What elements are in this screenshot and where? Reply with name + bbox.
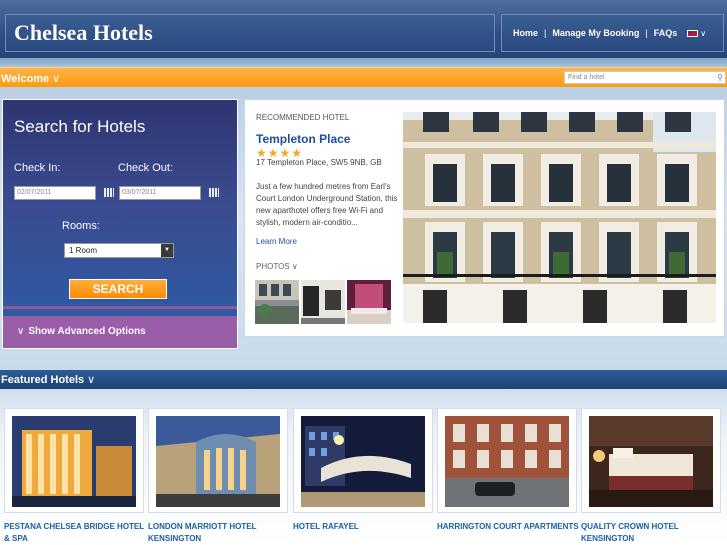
advanced-options-toggle[interactable]: ∨ Show Advanced Options [3,316,237,348]
nav-separator: | [544,28,547,38]
nav-manage-booking-link[interactable]: Manage My Booking [552,28,639,38]
calendar-icon[interactable] [209,188,219,197]
featured-hotel-link[interactable]: HARRINGTON COURT APARTMENTS [437,521,582,533]
checkin-label: Check In: [14,162,61,174]
recommended-hotel-panel: RECOMMENDED HOTEL Templeton Place ★★★★ 1… [244,99,725,337]
recommended-hotel-address: 17 Templeton Place, SW5 9NB, GB [256,158,382,167]
panel-divider [3,306,237,309]
chevron-down-icon: ∨ [87,374,96,386]
recommended-hotel-name[interactable]: Templeton Place [256,132,350,146]
featured-hotel-photo[interactable] [301,416,425,507]
checkout-label: Check Out: [118,162,174,174]
rooms-select[interactable]: 1 Room ▼ [64,243,174,258]
uk-flag-icon[interactable] [687,29,699,37]
chevron-down-icon: ∨ [291,262,298,271]
find-hotel-placeholder: Find a hotel [568,74,605,81]
featured-hotel-link[interactable]: QUALITY CROWN HOTEL KENSINGTON [581,521,726,545]
hotel-photo-thumbnail[interactable] [301,280,345,324]
advanced-options-label: Show Advanced Options [28,326,146,337]
recommended-hotel-description: Just a few hundred metres from Earl's Co… [256,182,398,227]
welcome-label: Welcome [1,73,50,85]
photos-toggle[interactable]: PHOTOS ∨ [256,262,298,271]
welcome-bar: Welcome ∨ Find a hotel ⚲ [0,67,727,87]
featured-hotel-photo[interactable] [156,416,280,507]
recommended-hotel-photo[interactable] [403,112,716,323]
featured-hotel-link[interactable]: HOTEL RAFAYEL [293,521,438,533]
rooms-select-value: 1 Room [69,246,98,255]
find-hotel-input[interactable]: Find a hotel ⚲ [564,71,726,84]
featured-hotels-toggle[interactable]: Featured Hotels ∨ [1,373,95,386]
featured-hotel-link[interactable]: LONDON MARRIOTT HOTEL KENSINGTON [148,521,293,545]
checkout-date-input[interactable]: 03/07/2011 [119,186,201,200]
rooms-label: Rooms: [62,220,100,232]
recommended-heading: RECOMMENDED HOTEL [256,113,350,122]
chevron-down-icon[interactable]: ∨ [700,29,706,38]
featured-hotel-card[interactable] [293,408,433,513]
nav-faqs-link[interactable]: FAQs [654,28,678,38]
top-nav: Home | Manage My Booking | FAQs ∨ [501,14,724,52]
nav-separator: | [645,28,648,38]
featured-hotels-label: Featured Hotels [1,374,85,386]
featured-hotel-photo[interactable] [12,416,136,507]
hotel-search-panel: Search for Hotels Check In: Check Out: 0… [2,99,238,349]
logo-box: Chelsea Hotels [5,14,495,52]
checkin-date-input[interactable]: 02/07/2011 [14,186,96,200]
learn-more-link[interactable]: Learn More [256,237,297,246]
header-stripe [0,58,727,67]
photos-label: PHOTOS [256,262,290,271]
chevron-down-icon: ∨ [52,73,61,85]
featured-hotel-card[interactable] [581,408,721,513]
search-title: Search for Hotels [14,117,146,136]
featured-hotel-link[interactable]: PESTANA CHELSEA BRIDGE HOTEL & SPA [4,521,149,545]
search-button[interactable]: SEARCH [69,279,167,299]
featured-hotel-card[interactable] [437,408,577,513]
search-icon[interactable]: ⚲ [717,72,723,83]
featured-hotels-bar: Featured Hotels ∨ [0,370,727,389]
featured-hotel-card[interactable] [148,408,288,513]
featured-hotel-card[interactable] [4,408,144,513]
calendar-icon[interactable] [104,188,114,197]
chevron-down-icon: ∨ [17,326,25,337]
dropdown-arrow-icon[interactable]: ▼ [161,244,173,257]
welcome-toggle[interactable]: Welcome ∨ [1,72,60,85]
featured-hotel-photo[interactable] [589,416,713,507]
nav-home-link[interactable]: Home [513,28,538,38]
featured-hotel-photo[interactable] [445,416,569,507]
site-logo[interactable]: Chelsea Hotels [14,20,153,46]
site-header: Chelsea Hotels Home | Manage My Booking … [0,0,727,58]
hotel-photo-thumbnail[interactable] [347,280,391,324]
hotel-photo-thumbnail[interactable] [255,280,299,324]
